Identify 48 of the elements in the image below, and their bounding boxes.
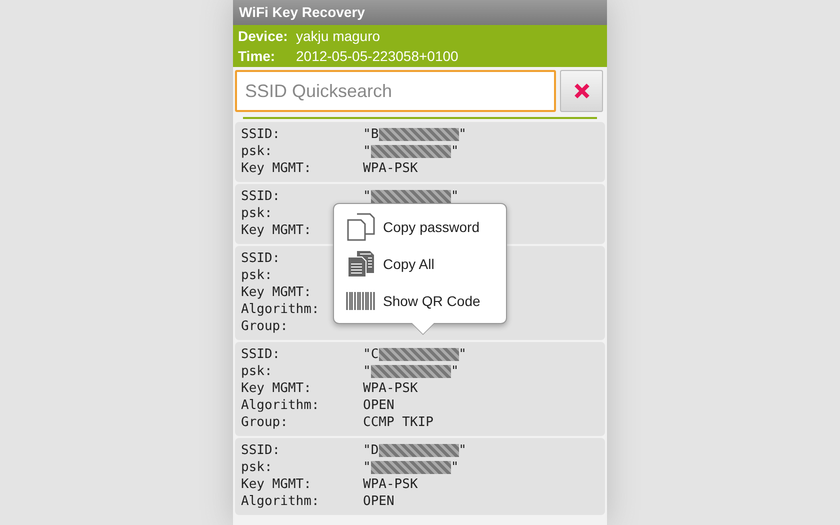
field-value: " — [363, 188, 371, 205]
field-value: " — [450, 188, 459, 205]
field-label: psk: — [241, 205, 274, 222]
field-label: psk: — [241, 267, 274, 284]
field-label: SSID: — [241, 346, 282, 363]
menu-item-label: Copy All — [383, 256, 434, 272]
field-label: psk: — [241, 363, 274, 380]
field-value: CCMP TKIP — [363, 414, 434, 431]
info-label: Time: — [238, 47, 276, 65]
field-label: Key MGMT: — [241, 380, 312, 397]
field-label: Key MGMT: — [241, 160, 312, 177]
field-value: WPA-PSK — [363, 380, 418, 397]
field-value: WPA-PSK — [363, 160, 418, 177]
app-title-bar: WiFi Key Recovery — [233, 0, 607, 25]
menu-item-label: Copy password — [383, 218, 480, 234]
field-value: OPEN — [363, 397, 394, 414]
field-value: OPEN — [363, 493, 394, 510]
field-label: Key MGMT: — [241, 222, 312, 239]
field-value: " — [458, 442, 466, 459]
field-label: Algorithm: — [241, 493, 320, 510]
field-label: SSID: — [241, 250, 282, 267]
field-value: "D — [363, 442, 379, 459]
field-label: psk: — [241, 459, 274, 476]
info-label: Device: — [238, 27, 289, 45]
field-value: " — [450, 143, 459, 160]
field-label: psk: — [241, 143, 274, 160]
field-value: " — [450, 363, 459, 380]
field-value: " — [363, 143, 371, 160]
field-label: Algorithm: — [241, 301, 320, 318]
info-value: 2012-05-05-223058+0100 — [296, 47, 460, 65]
field-label: SSID: — [241, 188, 282, 205]
field-label: SSID: — [241, 442, 282, 459]
info-value: yakju maguro — [296, 27, 382, 45]
field-value: " — [458, 126, 466, 143]
menu-item-label: Show QR Code — [383, 292, 480, 308]
field-value: "C — [363, 346, 379, 363]
field-label: Key MGMT: — [241, 284, 312, 301]
field-value: " — [363, 363, 371, 380]
field-value: " — [450, 459, 459, 476]
field-value: " — [458, 346, 466, 363]
field-label: Group: — [241, 414, 289, 431]
field-label: Algorithm: — [241, 397, 320, 414]
field-label: SSID: — [241, 126, 282, 143]
field-value: "B — [363, 126, 379, 143]
field-value: " — [363, 459, 371, 476]
field-label: Key MGMT: — [241, 476, 312, 493]
field-label: Group: — [241, 318, 289, 335]
field-value: WPA-PSK — [363, 476, 418, 493]
